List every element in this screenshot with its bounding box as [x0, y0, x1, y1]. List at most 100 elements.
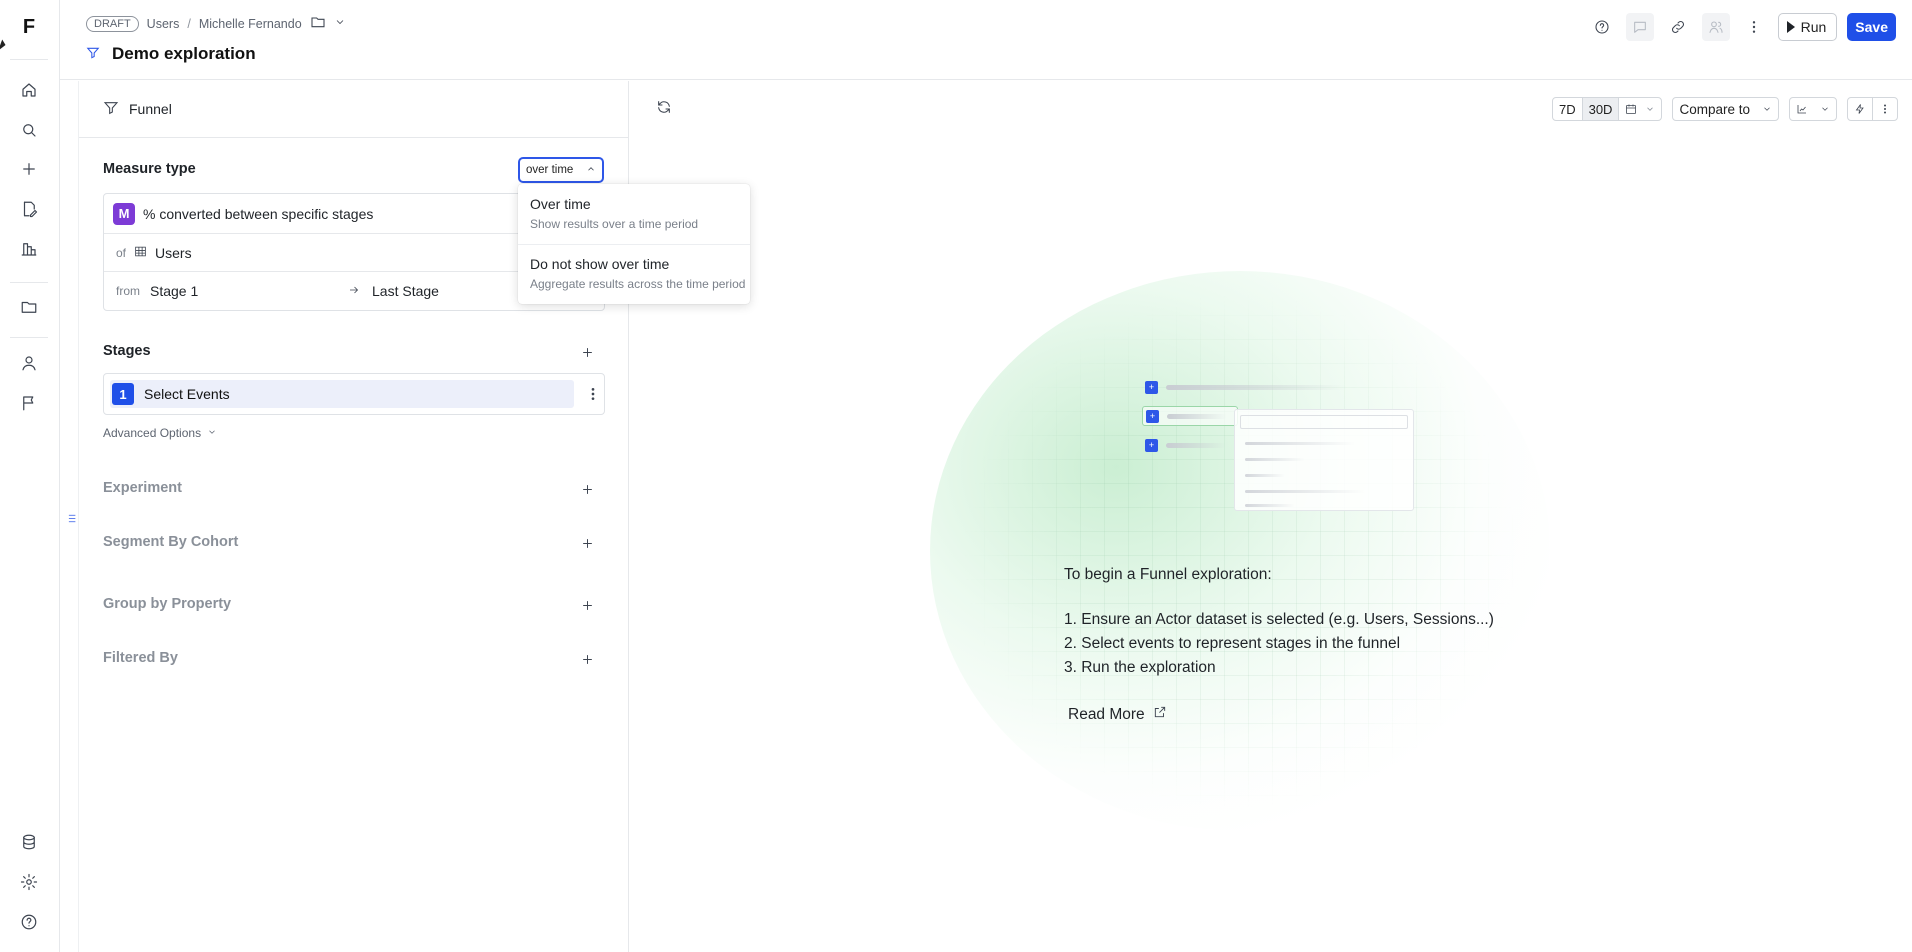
rail-divider: [10, 282, 48, 283]
advanced-options-label: Advanced Options: [103, 426, 202, 440]
funnel-illustration: + + +: [1142, 377, 1442, 517]
add-experiment-icon[interactable]: [579, 481, 595, 497]
add-stage-icon[interactable]: [579, 344, 595, 360]
arrow-right-icon: [348, 283, 372, 299]
action-buttons: [1847, 97, 1898, 121]
more-vertical-icon[interactable]: [585, 386, 601, 405]
range-7d-button[interactable]: 7D: [1553, 98, 1583, 120]
group-by-property-label: Group by Property: [103, 596, 232, 612]
flag-icon[interactable]: [17, 391, 41, 415]
empty-state-grid: [960, 291, 1520, 811]
illustration-row: +: [1142, 377, 1372, 397]
help-icon[interactable]: [1588, 13, 1616, 41]
add-group-by-icon[interactable]: [579, 597, 595, 613]
measure-type-value: over time: [526, 164, 574, 176]
results-area: 7D 30D Compare to + + + To begin a Funne…: [630, 81, 1912, 952]
rail-divider: [10, 59, 48, 60]
date-range-toggle: 7D 30D: [1551, 97, 1663, 121]
stages-label: Stages: [103, 343, 151, 359]
funnel-icon: [86, 46, 100, 63]
to-stage-select[interactable]: Last Stage: [372, 283, 439, 299]
table-icon: [134, 245, 147, 261]
calendar-icon: [1626, 104, 1637, 114]
breadcrumb-parent[interactable]: Users: [147, 17, 180, 31]
save-button[interactable]: Save: [1847, 13, 1896, 41]
chevron-down-icon: [207, 426, 217, 440]
empty-state-heading: To begin a Funnel exploration:: [1064, 566, 1272, 583]
page-title[interactable]: Demo exploration: [112, 44, 256, 64]
breadcrumb-separator: /: [187, 16, 191, 31]
advanced-options-toggle[interactable]: Advanced Options: [103, 426, 217, 440]
compare-to-dropdown[interactable]: Compare to: [1672, 97, 1779, 121]
measure-type-dropdown[interactable]: over time: [518, 157, 604, 183]
from-stage-select[interactable]: Stage 1: [150, 283, 348, 299]
more-vertical-icon[interactable]: [1740, 13, 1768, 41]
results-toolbar: 7D 30D Compare to: [1551, 97, 1898, 121]
add-cohort-icon[interactable]: [579, 535, 595, 551]
nav-rail: F: [0, 0, 60, 952]
read-more-label: Read More: [1068, 705, 1145, 723]
more-vertical-icon[interactable]: [1873, 98, 1897, 120]
help-icon[interactable]: [17, 910, 41, 934]
run-button[interactable]: Run: [1777, 13, 1838, 41]
stage-item: 1 Select Events: [103, 373, 605, 415]
chevron-up-icon: [586, 164, 596, 177]
measure-type-label: Measure type: [103, 161, 196, 177]
chevron-down-icon: [1822, 107, 1828, 111]
stage-select[interactable]: 1 Select Events: [110, 380, 574, 408]
chart-type-dropdown[interactable]: [1789, 97, 1837, 121]
chevron-down-icon[interactable]: [334, 16, 346, 31]
illustration-row: +: [1142, 406, 1238, 426]
compare-to-label: Compare to: [1679, 101, 1750, 117]
settings-icon[interactable]: [17, 870, 41, 894]
panel-tab-funnel[interactable]: Funnel: [79, 81, 628, 138]
refresh-icon[interactable]: [656, 99, 672, 118]
empty-state-step: 3. Run the exploration: [1064, 659, 1216, 676]
user-icon[interactable]: [17, 351, 41, 375]
lightning-icon[interactable]: [1848, 98, 1873, 120]
funnel-icon: [103, 100, 119, 119]
comment-icon[interactable]: [1625, 13, 1654, 41]
panel-tab-label: Funnel: [129, 101, 172, 117]
illustration-card: [1234, 409, 1414, 511]
plus-icon: +: [1145, 438, 1158, 452]
calendar-dropdown[interactable]: [1619, 98, 1661, 120]
database-icon[interactable]: [17, 830, 41, 854]
app-logo[interactable]: F: [9, 9, 49, 45]
experiments-icon[interactable]: [17, 237, 41, 261]
stage-number: 1: [112, 383, 134, 405]
filtered-by-label: Filtered By: [103, 650, 178, 666]
measure-text: % converted between specific stages: [143, 205, 374, 222]
page-header: DRAFT Users / Michelle Fernando Demo exp…: [60, 0, 1912, 80]
link-icon[interactable]: [1664, 13, 1692, 41]
dataset-name: Users: [155, 244, 192, 261]
measure-badge: M: [113, 202, 135, 225]
illustration-row: +: [1142, 435, 1238, 455]
list-toggle-icon[interactable]: [64, 512, 77, 528]
rail-divider: [10, 337, 48, 338]
from-label: from: [116, 284, 140, 298]
chevron-down-icon: [1764, 107, 1770, 111]
stage-text: Select Events: [144, 386, 230, 402]
experiment-label: Experiment: [103, 480, 182, 496]
add-filter-icon[interactable]: [579, 651, 595, 667]
empty-state-step: 1. Ensure an Actor dataset is selected (…: [1064, 611, 1494, 628]
plus-icon: +: [1146, 409, 1159, 423]
plus-icon: +: [1145, 380, 1158, 394]
range-30d-button[interactable]: 30D: [1582, 98, 1620, 120]
home-icon[interactable]: [17, 78, 41, 102]
segment-by-cohort-label: Segment By Cohort: [103, 534, 239, 550]
share-users-icon[interactable]: [1701, 13, 1730, 41]
folder-icon[interactable]: [17, 295, 41, 319]
breadcrumb-owner[interactable]: Michelle Fernando: [199, 17, 302, 31]
search-icon[interactable]: [17, 118, 41, 142]
read-more-link[interactable]: Read More: [1068, 705, 1167, 724]
chevron-down-icon: [1647, 107, 1654, 111]
folder-icon[interactable]: [310, 14, 326, 33]
edit-document-icon[interactable]: [17, 197, 41, 221]
draft-badge: DRAFT: [86, 15, 139, 32]
empty-state-step: 2. Select events to represent stages in …: [1064, 635, 1401, 652]
empty-state-steps: 1. Ensure an Actor dataset is selected (…: [1064, 608, 1494, 680]
breadcrumb: DRAFT Users / Michelle Fernando: [86, 14, 346, 33]
add-icon[interactable]: [17, 157, 41, 181]
